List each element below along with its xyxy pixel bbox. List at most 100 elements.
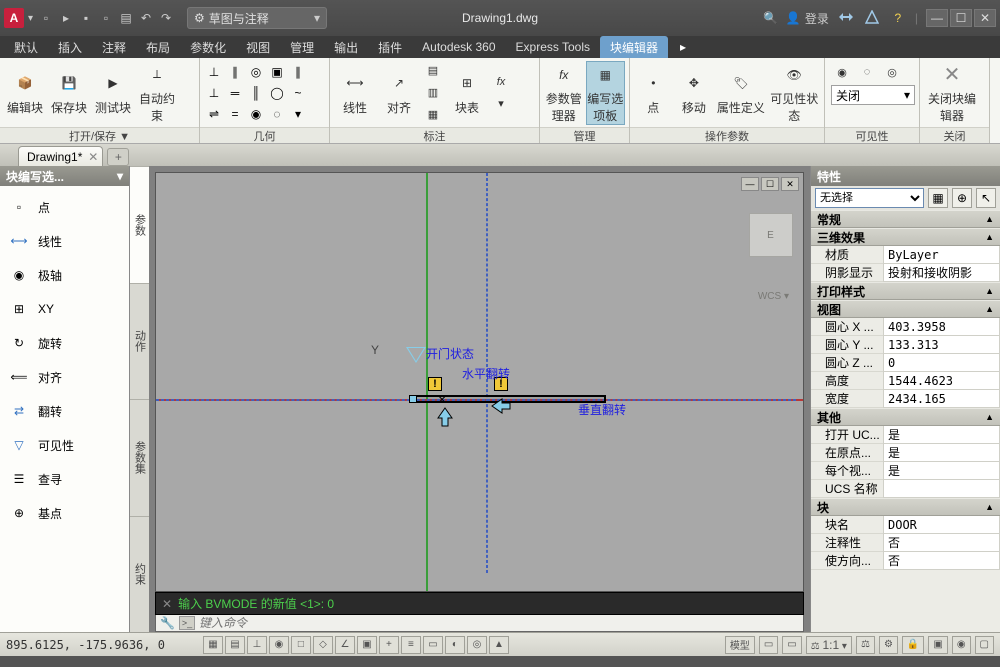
wrench-icon[interactable]: 🔧: [160, 616, 175, 630]
coincident-icon[interactable]: ⊥: [204, 62, 224, 82]
attr-def-button[interactable]: 🏷属性定义: [715, 61, 766, 125]
prop-value[interactable]: 是: [883, 426, 1000, 444]
command-history[interactable]: ✕ 输入 BVMODE 的新值 <1>: 0: [155, 592, 804, 615]
visibility-grip-icon[interactable]: [406, 347, 426, 363]
layout2-icon[interactable]: ▭: [782, 636, 801, 654]
minimize-button[interactable]: —: [926, 9, 948, 27]
redo-icon[interactable]: ↷: [157, 9, 175, 27]
selection-dropdown[interactable]: 无选择: [815, 188, 924, 208]
vertical-icon[interactable]: ║: [246, 83, 266, 103]
tab-output[interactable]: 输出: [324, 36, 368, 58]
aligned-dim-button[interactable]: ↗对齐: [378, 61, 420, 125]
table-more-icon[interactable]: ▾: [490, 94, 512, 114]
vis-2-icon[interactable]: ◌: [856, 62, 878, 82]
vis-3-icon[interactable]: ◎: [881, 62, 903, 82]
save-icon[interactable]: ▪: [77, 9, 95, 27]
palette-tab-params[interactable]: 参数: [130, 166, 149, 283]
equal-icon[interactable]: =: [225, 104, 245, 124]
prop-value[interactable]: 0: [883, 354, 1000, 372]
plot-icon[interactable]: ▤: [117, 9, 135, 27]
palette-tab-paramsets[interactable]: 参数集: [130, 399, 149, 516]
palette-tab-actions[interactable]: 动作: [130, 283, 149, 400]
tab-addins[interactable]: 插件: [368, 36, 412, 58]
undo-icon[interactable]: ↶: [137, 9, 155, 27]
prop-value[interactable]: 投射和接收阴影: [883, 264, 1000, 282]
prop-value[interactable]: [883, 480, 1000, 498]
prop-value[interactable]: 133.313: [883, 336, 1000, 354]
palette-item-visibility[interactable]: ▽可见性: [2, 428, 127, 462]
maximize-button[interactable]: ☐: [950, 9, 972, 27]
palette-tab-constraints[interactable]: 约束: [130, 516, 149, 633]
warning-icon[interactable]: !: [428, 377, 442, 391]
more-icon[interactable]: ▾: [288, 104, 308, 124]
model-button[interactable]: 模型: [725, 636, 755, 654]
app-logo[interactable]: A: [4, 8, 24, 28]
flip-arrow-up-icon[interactable]: [434, 406, 456, 428]
dim-more1-icon[interactable]: ▤: [422, 61, 444, 81]
tab-annotate[interactable]: 注释: [92, 36, 136, 58]
select-objects-icon[interactable]: ↖: [976, 188, 996, 208]
prop-value[interactable]: 否: [883, 534, 1000, 552]
grid-toggle[interactable]: ▤: [225, 636, 245, 654]
prop-category[interactable]: 常规▲: [811, 210, 1000, 228]
drawing-tab[interactable]: Drawing1* ✕: [18, 146, 103, 166]
help-icon[interactable]: ?: [889, 9, 907, 27]
saveas-icon[interactable]: ▫: [97, 9, 115, 27]
viewport-close-button[interactable]: ✕: [781, 177, 799, 191]
authoring-palette-button[interactable]: ▦编写选项板: [586, 61, 626, 125]
prop-value[interactable]: DOOR: [883, 516, 1000, 534]
symmetric-icon[interactable]: ⇌: [204, 104, 224, 124]
prop-value[interactable]: 2434.165: [883, 390, 1000, 408]
annovis-toggle[interactable]: ⚖: [856, 636, 875, 654]
prop-category[interactable]: 块▲: [811, 498, 1000, 516]
palette-item-xy[interactable]: ⊞XY: [2, 292, 127, 326]
quick-select-icon[interactable]: ▦: [928, 188, 948, 208]
tab-insert[interactable]: 插入: [48, 36, 92, 58]
view-cube[interactable]: E: [749, 213, 793, 257]
qp-toggle[interactable]: ◐: [445, 636, 465, 654]
am-toggle[interactable]: ▲: [489, 636, 509, 654]
test-block-button[interactable]: ▶测试块: [92, 61, 134, 125]
prop-category[interactable]: 三维效果▲: [811, 228, 1000, 246]
vis-1-icon[interactable]: ◉: [831, 62, 853, 82]
palette-item-point[interactable]: ▫点: [2, 190, 127, 224]
dim-more2-icon[interactable]: ▥: [422, 83, 444, 103]
tab-layout[interactable]: 布局: [136, 36, 180, 58]
fix-icon[interactable]: ▣: [267, 62, 287, 82]
tab-manage[interactable]: 管理: [280, 36, 324, 58]
clean-screen-icon[interactable]: ▢: [975, 636, 994, 654]
pickadd-icon[interactable]: ⊕: [952, 188, 972, 208]
annoscale-button[interactable]: ⚖ 1:1 ▾: [806, 636, 852, 654]
visibility-dropdown[interactable]: 关闭 ▾: [831, 85, 915, 105]
colinear-icon[interactable]: ∥: [225, 62, 245, 82]
otrack-toggle[interactable]: ∠: [335, 636, 355, 654]
workspace-selector[interactable]: ⚙ 草图与注释 ▾: [187, 7, 327, 29]
dyn-toggle[interactable]: +: [379, 636, 399, 654]
palette-item-align[interactable]: ⟸对齐: [2, 360, 127, 394]
grip-start[interactable]: [409, 395, 417, 403]
param-manager-button[interactable]: fx参数管理器: [544, 61, 584, 125]
prop-value[interactable]: 否: [883, 552, 1000, 570]
search-icon[interactable]: 🔍: [763, 11, 778, 25]
edit-block-button[interactable]: 📦编辑块: [4, 61, 46, 125]
app-menu-arrow[interactable]: ▾: [28, 13, 33, 24]
add-tab-button[interactable]: +: [107, 148, 129, 166]
prop-category[interactable]: 打印样式▲: [811, 282, 1000, 300]
expand-cmd-icon[interactable]: ✕: [162, 597, 172, 611]
prop-value[interactable]: 403.3958: [883, 318, 1000, 336]
move-action-button[interactable]: ✥移动: [675, 61, 714, 125]
visibility-state-button[interactable]: 👁可见性状态: [769, 61, 820, 125]
sc-toggle[interactable]: ◎: [467, 636, 487, 654]
concentric-icon[interactable]: ◎: [246, 62, 266, 82]
palette-item-rotate[interactable]: ↻旋转: [2, 326, 127, 360]
palette-item-basepoint[interactable]: ⊕基点: [2, 496, 127, 530]
tab-default[interactable]: 默认: [4, 36, 48, 58]
prop-value[interactable]: 是: [883, 444, 1000, 462]
fx-icon[interactable]: fx: [490, 72, 512, 92]
prop-value[interactable]: ByLayer: [883, 246, 1000, 264]
point-param-button[interactable]: •点: [634, 61, 673, 125]
tab-extra-icon[interactable]: ▸: [668, 36, 698, 58]
palette-menu-icon[interactable]: ▾: [117, 169, 123, 183]
prop-category[interactable]: 视图▲: [811, 300, 1000, 318]
isolate-icon[interactable]: ◉: [952, 636, 971, 654]
